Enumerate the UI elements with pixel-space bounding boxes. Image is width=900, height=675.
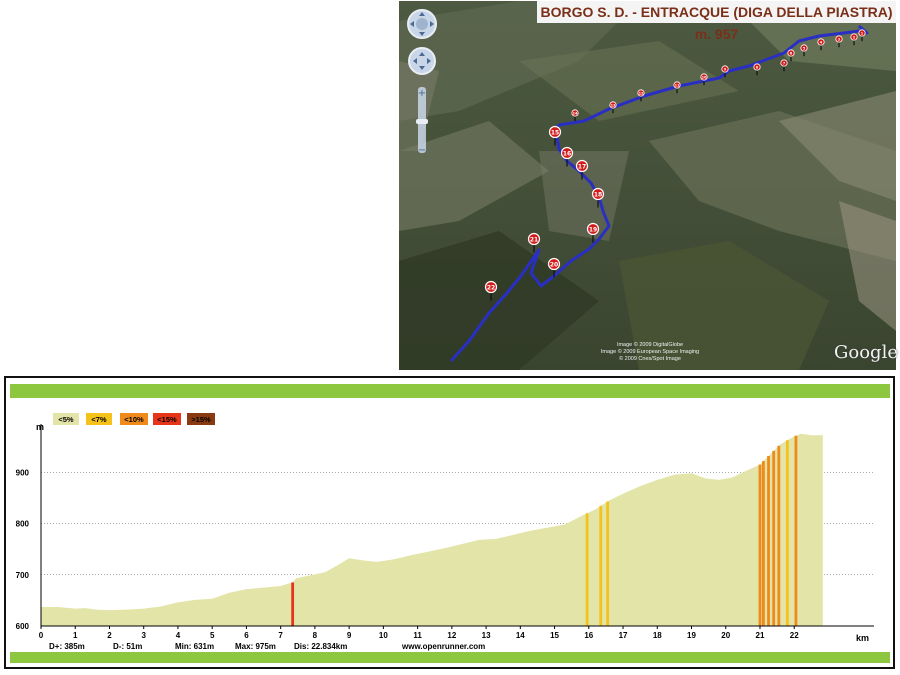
x-tick-label: 17 <box>619 631 628 640</box>
stat-min: Min: 631m <box>175 642 214 651</box>
x-tick-label: 8 <box>313 631 318 640</box>
x-tick-label: 12 <box>447 631 456 640</box>
x-tick-label: 2 <box>107 631 112 640</box>
map-credits: Image © 2009 DigitalGlobe Image © 2009 E… <box>580 342 720 363</box>
x-tick-label: 16 <box>584 631 593 640</box>
gradient-stripe <box>785 440 789 626</box>
zoom-out-icon[interactable]: − <box>418 145 426 156</box>
gradient-stripe <box>794 435 798 626</box>
stat-max: Max: 975m <box>235 642 276 651</box>
legend-label: >15% <box>191 415 211 424</box>
x-tick-label: 10 <box>379 631 388 640</box>
pan-control-icon[interactable] <box>407 9 437 39</box>
y-tick-label: 900 <box>16 468 30 477</box>
x-tick-label: 0 <box>39 631 44 640</box>
legend-item: <10% <box>120 413 148 425</box>
x-tick-label: 6 <box>244 631 249 640</box>
marker-label: 19 <box>589 227 597 234</box>
marker-label: 14 <box>573 112 578 116</box>
map-controls[interactable]: + − <box>405 7 439 157</box>
stat-distance: Dis: 22.834km <box>294 642 347 651</box>
y-tick-label: 600 <box>16 622 30 631</box>
zoom-in-icon[interactable]: + <box>418 88 426 99</box>
legend-item: >15% <box>187 413 215 425</box>
gradient-stripe <box>777 445 781 626</box>
x-tick-label: 19 <box>687 631 696 640</box>
legend-label: <15% <box>157 415 177 424</box>
marker-label: 11 <box>675 84 680 88</box>
stat-d-plus: D+: 385m <box>49 642 85 651</box>
x-tick-label: 3 <box>141 631 146 640</box>
legend-label: <7% <box>91 415 107 424</box>
marker-label: 18 <box>594 192 602 199</box>
svg-text:−: − <box>418 145 426 156</box>
x-tick-label: 20 <box>721 631 730 640</box>
x-tick-label: 4 <box>176 631 181 640</box>
x-tick-label: 18 <box>653 631 662 640</box>
y-tick-label: 700 <box>16 571 30 580</box>
x-tick-label: 9 <box>347 631 352 640</box>
marker-label: 17 <box>578 164 586 171</box>
credit-line: © 2009 Cnes/Spot Image <box>619 356 681 362</box>
marker-label: 22 <box>487 285 495 292</box>
look-control-icon[interactable] <box>408 47 436 75</box>
x-tick-label: 14 <box>516 631 525 640</box>
legend-item: <15% <box>153 413 181 425</box>
gradient-stripe <box>599 505 603 626</box>
terrain-view[interactable]: 12345678910111213141516171819202122 <box>399 1 896 370</box>
y-axis-label: m <box>36 422 44 432</box>
x-tick-label: 5 <box>210 631 215 640</box>
gradient-stripe <box>767 456 770 626</box>
x-tick-label: 22 <box>790 631 799 640</box>
gradient-stripe <box>585 513 589 626</box>
x-tick-label: 21 <box>756 631 765 640</box>
x-tick-label: 11 <box>413 631 422 640</box>
legend-label: <5% <box>58 415 74 424</box>
marker-label: 13 <box>611 104 616 108</box>
x-axis-label: km <box>856 633 869 643</box>
gradient-stripe <box>758 464 762 626</box>
marker-label: 15 <box>551 130 559 137</box>
credit-line: Image © 2009 DigitalGlobe <box>616 342 684 348</box>
elevation-area <box>41 433 823 626</box>
legend-label: <10% <box>124 415 144 424</box>
stat-d-minus: D-: 51m <box>113 642 142 651</box>
credit-line: Image © 2009 European Space Imaging <box>600 349 700 355</box>
gradient-stripe <box>762 461 765 626</box>
marker-label: 16 <box>563 151 571 158</box>
source-link[interactable]: www.openrunner.com <box>401 642 485 651</box>
route-title: BORGO S. D. - ENTRACQUE (DIGA DELLA PIAS… <box>537 1 896 42</box>
marker-label: 10 <box>702 76 707 80</box>
y-tick-label: 800 <box>16 520 30 529</box>
gradient-stripe <box>772 450 776 626</box>
x-tick-label: 7 <box>278 631 283 640</box>
marker-label: 20 <box>550 262 558 269</box>
legend-item: <5% <box>53 413 79 425</box>
top-band <box>10 384 890 398</box>
bottom-band <box>10 652 890 663</box>
gradient-stripe <box>291 582 295 626</box>
elevation-chart: <5% <7% <10% <15% >15% 0 1 2 3 4 5 6 7 8 9 10 11 12 13 14 1… <box>10 384 890 663</box>
zoom-slider-handle[interactable] <box>416 119 428 124</box>
satellite-map[interactable]: 1 2 3 4 5 6 7 8 9 10 11 12 13 14 15 16 17 18 19 20 21 22 + − <box>399 1 896 370</box>
svg-text:+: + <box>418 88 426 99</box>
x-tick-label: 15 <box>550 631 559 640</box>
x-tick-label: 1 <box>73 631 78 640</box>
x-tick-label: 13 <box>482 631 491 640</box>
marker-label: 12 <box>639 92 644 96</box>
google-logo: Google <box>834 342 898 363</box>
gradient-stripe <box>606 501 610 626</box>
legend-item: <7% <box>86 413 112 425</box>
elevation-profile-frame: <5% <7% <10% <15% >15% 0 1 2 3 4 5 6 7 8 9 10 11 12 13 14 1… <box>4 376 895 669</box>
marker-label: 21 <box>530 237 538 244</box>
